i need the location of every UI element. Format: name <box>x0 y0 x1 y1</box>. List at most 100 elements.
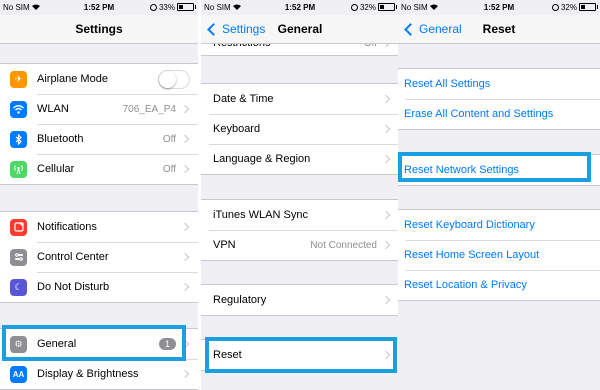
general-group-locale: Date & Time Keyboard Language & Region <box>201 83 399 175</box>
alarm-icon <box>551 4 559 11</box>
gear-icon: ⚙ <box>10 335 27 353</box>
chevron-right-icon <box>180 252 190 262</box>
cellular-value: Off <box>162 163 176 175</box>
row-label: Cellular <box>37 163 75 175</box>
row-label: Language & Region <box>213 153 311 165</box>
chevron-right-icon <box>180 222 190 232</box>
general-row-reset[interactable]: Reset <box>201 340 399 370</box>
status-bar: No SIM 1:52 PM 32% <box>398 0 600 15</box>
battery-percent: 32% <box>359 3 376 12</box>
chevron-right-icon <box>381 124 391 134</box>
row-label: Display & Brightness <box>37 368 139 380</box>
moon-icon: ☾ <box>10 278 27 296</box>
general-group-sync: iTunes WLAN Sync VPN Not Connected <box>201 199 399 261</box>
airplane-mode-toggle[interactable] <box>158 69 190 89</box>
battery-icon <box>579 3 598 11</box>
settings-row-cellular[interactable]: Cellular Off <box>0 154 198 184</box>
row-label: Reset Network Settings <box>404 164 519 176</box>
general-row-regulatory[interactable]: Regulatory <box>201 285 399 315</box>
alarm-icon <box>149 4 157 11</box>
reset-location-privacy-button[interactable]: Reset Location & Privacy <box>398 270 600 300</box>
reset-group-other: Reset Keyboard Dictionary Reset Home Scr… <box>398 209 600 301</box>
general-row-vpn[interactable]: VPN Not Connected <box>201 230 399 260</box>
wifi-icon <box>10 100 27 118</box>
vpn-value: Not Connected <box>310 239 377 251</box>
general-row-date-time[interactable]: Date & Time <box>201 84 399 114</box>
row-label: Keyboard <box>213 123 261 135</box>
row-label: Reset All Settings <box>404 78 491 90</box>
notifications-icon <box>10 218 27 236</box>
row-label: Reset Location & Privacy <box>404 279 527 291</box>
reset-group-all: Reset All Settings Erase All Content and… <box>398 68 600 130</box>
nav-bar: Settings <box>0 15 198 44</box>
row-label: Regulatory <box>213 294 267 306</box>
nav-bar: General Reset <box>398 15 600 44</box>
airplane-icon: ✈ <box>10 70 27 88</box>
cellular-icon <box>10 160 27 178</box>
chevron-right-icon <box>180 369 190 379</box>
reset-home-screen-layout-button[interactable]: Reset Home Screen Layout <box>398 240 600 270</box>
general-group-reset: Reset <box>201 339 399 371</box>
battery-icon <box>378 3 397 11</box>
chevron-right-icon <box>381 154 391 164</box>
settings-row-display-brightness[interactable]: AA Display & Brightness <box>0 359 198 389</box>
general-row-itunes-wlan-sync[interactable]: iTunes WLAN Sync <box>201 200 399 230</box>
general-row-keyboard[interactable]: Keyboard <box>201 114 399 144</box>
display-icon: AA <box>10 365 27 383</box>
chevron-right-icon <box>180 134 190 144</box>
row-label: Notifications <box>37 221 97 233</box>
chevron-right-icon <box>381 210 391 220</box>
status-bar: No SIM 1:52 PM 33% <box>0 0 198 15</box>
general-group-regulatory: Regulatory <box>201 284 399 316</box>
battery-percent: 33% <box>158 3 175 12</box>
row-label: Reset Home Screen Layout <box>404 249 540 261</box>
row-label: WLAN <box>37 103 69 115</box>
chevron-right-icon <box>381 240 391 250</box>
row-label: Control Center <box>37 251 109 263</box>
settings-row-general[interactable]: ⚙ General 1 <box>0 329 198 359</box>
reset-group-network: Reset Network Settings <box>398 154 600 186</box>
settings-row-airplane-mode[interactable]: ✈ Airplane Mode <box>0 64 198 94</box>
row-label: VPN <box>213 239 236 251</box>
alarm-icon <box>350 4 358 11</box>
chevron-right-icon <box>381 295 391 305</box>
nav-bar: Settings General <box>201 15 399 44</box>
settings-row-control-center[interactable]: Control Center <box>0 242 198 272</box>
battery-percent: 32% <box>560 3 577 12</box>
row-label: Bluetooth <box>37 133 84 145</box>
settings-row-wlan[interactable]: WLAN 706_EA_P4 <box>0 94 198 124</box>
row-label: General <box>37 338 77 350</box>
reset-keyboard-dictionary-button[interactable]: Reset Keyboard Dictionary <box>398 210 600 240</box>
bluetooth-icon <box>10 130 27 148</box>
settings-group-connectivity: ✈ Airplane Mode WLAN 706_EA_P4 Bluetooth… <box>0 63 198 185</box>
settings-row-notifications[interactable]: Notifications <box>0 212 198 242</box>
row-label: Reset <box>213 349 242 361</box>
settings-panel: No SIM 1:52 PM 33% Settings ✈ Airplane M… <box>0 0 198 390</box>
row-label: Erase All Content and Settings <box>404 108 554 120</box>
wlan-value: 706_EA_P4 <box>122 103 176 115</box>
row-label: Date & Time <box>213 93 274 105</box>
general-panel: No SIM 1:52 PM 32% Restrictions Off Sett… <box>201 0 399 390</box>
reset-network-settings-button[interactable]: Reset Network Settings <box>398 155 600 185</box>
chevron-right-icon <box>180 282 190 292</box>
reset-panel: No SIM 1:52 PM 32% General Reset Reset A… <box>398 0 600 390</box>
general-row-language-region[interactable]: Language & Region <box>201 144 399 174</box>
chevron-right-icon <box>381 350 391 360</box>
chevron-right-icon <box>180 339 190 349</box>
status-bar: No SIM 1:52 PM 32% <box>201 0 399 15</box>
reset-all-settings-button[interactable]: Reset All Settings <box>398 69 600 99</box>
page-title: Reset <box>482 22 516 36</box>
row-label: Airplane Mode <box>37 73 108 85</box>
erase-all-content-button[interactable]: Erase All Content and Settings <box>398 99 600 129</box>
chevron-right-icon <box>180 164 190 174</box>
settings-row-bluetooth[interactable]: Bluetooth Off <box>0 124 198 154</box>
battery-icon <box>177 3 196 11</box>
page-title: General <box>277 22 323 36</box>
row-label: iTunes WLAN Sync <box>213 209 308 221</box>
bluetooth-value: Off <box>162 133 176 145</box>
settings-group-system: Notifications Control Center ☾ Do Not Di… <box>0 211 198 303</box>
settings-row-do-not-disturb[interactable]: ☾ Do Not Disturb <box>0 272 198 302</box>
update-badge: 1 <box>158 338 176 350</box>
page-title: Settings <box>75 22 123 36</box>
chevron-right-icon <box>180 104 190 114</box>
